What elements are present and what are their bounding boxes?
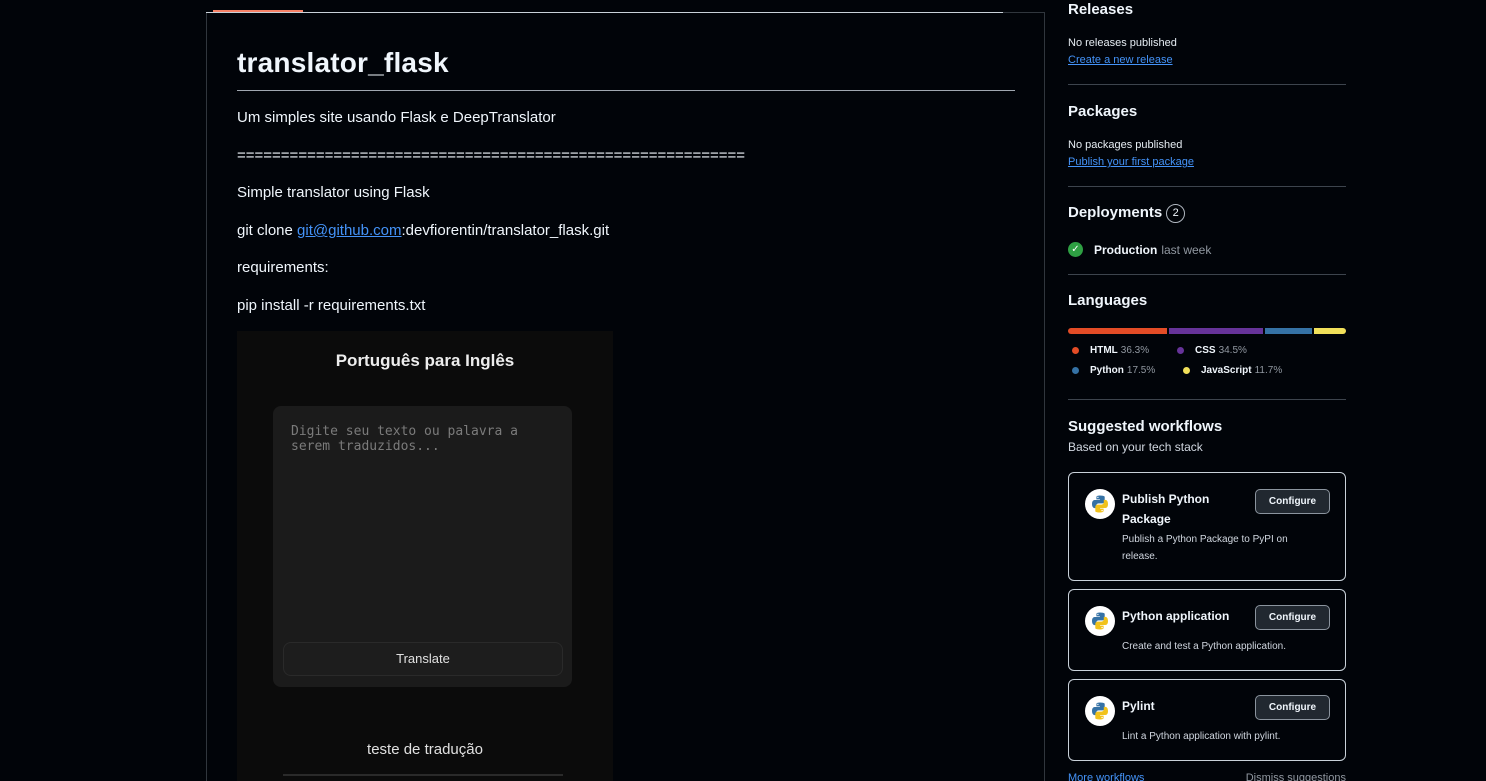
language-bar-segment-css <box>1168 328 1263 334</box>
create-release-link[interactable]: Create a new release <box>1068 54 1173 66</box>
sidebar-divider <box>1068 186 1346 187</box>
more-workflows-link[interactable]: More workflows <box>1068 772 1144 781</box>
language-percent: 11.7% <box>1254 365 1283 376</box>
readme-description: Um simples site usando Flask e DeepTrans… <box>237 109 556 126</box>
workflow-card: Publish Python Package Publish a Python … <box>1068 472 1346 581</box>
readme-requirements-label: requirements: <box>237 259 329 276</box>
packages-heading-label: Packages <box>1068 103 1138 120</box>
language-name: CSS <box>1195 345 1216 356</box>
app-screenshot-image: Português para Inglês Digite seu texto o… <box>237 331 613 781</box>
sidebar-divider <box>1068 274 1346 275</box>
releases-heading[interactable]: Releases <box>1068 1 1133 18</box>
language-item-javascript[interactable]: JavaScript 11.7% <box>1183 365 1282 376</box>
configure-button[interactable]: Configure <box>1255 605 1330 630</box>
python-logo-icon <box>1085 606 1115 636</box>
workflow-card: Pylint Lint a Python application with py… <box>1068 679 1346 761</box>
deployments-count-badge: 2 <box>1166 204 1186 223</box>
publish-package-link[interactable]: Publish your first package <box>1068 156 1194 168</box>
deployment-time: last week <box>1161 242 1212 257</box>
language-name: Python <box>1090 365 1124 376</box>
readme-panel: translator_flask Um simples site usando … <box>206 12 1045 781</box>
language-bar-segment-python <box>1264 328 1313 334</box>
python-logo-icon <box>1085 489 1115 519</box>
check-circle-icon: ✓ <box>1068 242 1083 257</box>
language-item-html[interactable]: HTML 36.3% <box>1072 345 1149 356</box>
deployments-heading-label: Deployments <box>1068 204 1163 221</box>
suggested-workflows-heading: Suggested workflows <box>1068 418 1223 435</box>
releases-heading-label: Releases <box>1068 1 1134 18</box>
suggested-workflows-subtitle: Based on your tech stack <box>1068 440 1203 454</box>
configure-button[interactable]: Configure <box>1255 489 1330 514</box>
language-item-css[interactable]: CSS 34.5% <box>1177 345 1247 356</box>
language-percent: 36.3% <box>1120 345 1150 356</box>
workflow-name: Python application <box>1122 609 1230 623</box>
workflow-card: Python application Create and test a Pyt… <box>1068 589 1346 671</box>
workflow-description: Lint a Python application with pylint. <box>1122 731 1281 742</box>
workflow-description: Publish a Python Package to PyPI on rele… <box>1122 534 1288 562</box>
language-name: HTML <box>1090 345 1118 356</box>
configure-button[interactable]: Configure <box>1255 695 1330 720</box>
screenshot-textarea-placeholder: Digite seu texto ou palavra a serem trad… <box>291 424 518 454</box>
language-dot <box>1072 347 1079 354</box>
readme-separator: ========================================… <box>237 147 746 164</box>
deployment-env-name[interactable]: Production <box>1094 243 1157 257</box>
languages-progress-bar <box>1068 328 1346 334</box>
clone-suffix: :devfiorentin/translator_flask.git <box>401 222 610 239</box>
title-divider <box>237 90 1015 91</box>
screenshot-result-text: teste de tradução <box>367 741 483 758</box>
packages-empty-text: No packages published <box>1068 139 1183 151</box>
workflow-name: Publish Python Package <box>1122 492 1210 526</box>
workflow-name: Pylint <box>1122 699 1155 713</box>
languages-heading: Languages <box>1068 292 1148 309</box>
language-bar-segment-html <box>1068 328 1167 334</box>
language-bar-segment-javascript <box>1314 328 1346 334</box>
language-dot <box>1183 367 1190 374</box>
releases-empty-text: No releases published <box>1068 37 1177 49</box>
readme-tab-indicator <box>213 10 303 12</box>
deployments-heading[interactable]: Deployments 2 <box>1068 204 1186 223</box>
readme-clone-line: git clone git@github.com:devfiorentin/tr… <box>237 222 609 239</box>
clone-prefix: git clone <box>237 222 298 239</box>
readme-title: translator_flask <box>237 47 449 78</box>
language-dot <box>1072 367 1079 374</box>
packages-heading[interactable]: Packages <box>1068 103 1137 120</box>
python-logo-icon <box>1085 696 1115 726</box>
language-percent: 17.5% <box>1126 365 1156 376</box>
language-dot <box>1177 347 1184 354</box>
sidebar-divider <box>1068 84 1346 85</box>
language-percent: 34.5% <box>1218 345 1247 356</box>
language-name: JavaScript <box>1201 365 1252 376</box>
deployment-item-production[interactable]: ✓ Production last week <box>1068 242 1211 257</box>
language-item-python[interactable]: Python 17.5% <box>1072 365 1155 376</box>
readme-subtitle: Simple translator using Flask <box>237 184 430 201</box>
sidebar-divider <box>1068 399 1346 400</box>
screenshot-title: Português para Inglês <box>335 351 515 370</box>
clone-email-link[interactable]: git@github.com <box>297 222 401 239</box>
screenshot-form: Digite seu texto ou palavra a serem trad… <box>273 406 572 687</box>
dismiss-suggestions-link[interactable]: Dismiss suggestions <box>1246 772 1346 781</box>
readme-top-border <box>206 12 1003 13</box>
workflow-description: Create and test a Python application. <box>1122 641 1286 652</box>
screenshot-result-divider <box>283 774 563 776</box>
screenshot-translate-button: Translate <box>283 642 563 676</box>
readme-install-cmd: pip install -r requirements.txt <box>237 297 426 314</box>
